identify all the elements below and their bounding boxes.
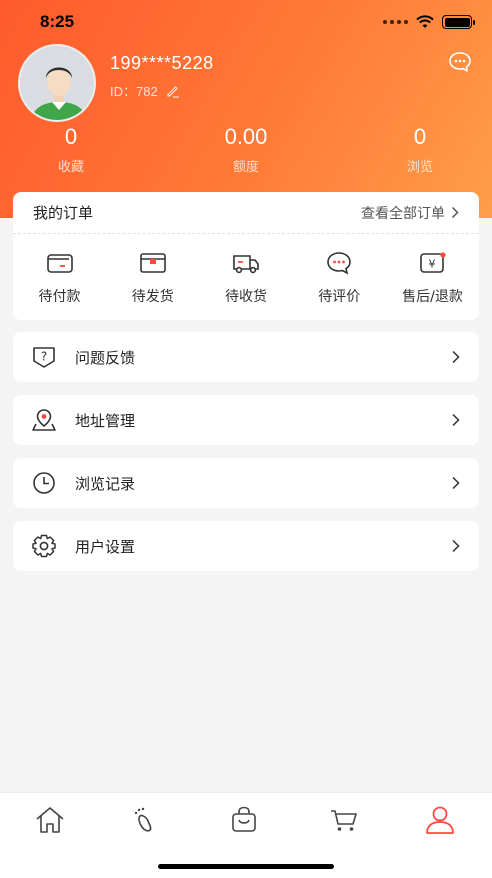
- stat-value: 0.00: [224, 124, 268, 149]
- tab-mine[interactable]: [424, 805, 464, 837]
- home-icon: [36, 807, 64, 833]
- menu-item-feedback[interactable]: ? 问题反馈: [13, 332, 479, 382]
- chat-bubble-icon[interactable]: [448, 51, 472, 73]
- stat-favorites[interactable]: 0 收藏: [11, 124, 131, 175]
- truck-icon: [233, 255, 259, 274]
- stat-credit[interactable]: 0.00 额度: [186, 124, 306, 175]
- chevron-right-icon: [452, 476, 460, 490]
- package-icon: [139, 253, 166, 273]
- svg-text:?: ?: [41, 350, 47, 364]
- order-status-label: 待发货: [131, 289, 174, 305]
- stat-value: 0: [413, 124, 427, 149]
- view-all-orders-label: 查看全部订单: [361, 205, 445, 222]
- menu-item-label: 问题反馈: [75, 348, 136, 367]
- view-all-orders-link[interactable]: 查看全部订单: [361, 203, 459, 223]
- order-status-label: 待评价: [318, 289, 361, 305]
- status-time: 8:25: [40, 12, 75, 31]
- signal-icon: [383, 20, 408, 24]
- order-after-sales[interactable]: ¥ 售后/退款: [386, 234, 479, 320]
- gear-icon: [32, 534, 56, 558]
- orders-card: 我的订单 查看全部订单 待付款 待发货 待收货 待评价 ¥ 售后/退款: [13, 192, 479, 320]
- status-icons: [383, 15, 475, 29]
- menu-item-label: 浏览记录: [75, 474, 136, 493]
- chevron-right-icon: [452, 413, 460, 427]
- user-id: ID：782: [110, 84, 158, 99]
- stats-row: 0 收藏 0.00 额度 0 浏览: [0, 124, 492, 180]
- stat-value: 0: [64, 124, 78, 149]
- status-bar: 8:25: [0, 0, 492, 44]
- stat-label: 收藏: [57, 160, 84, 175]
- orders-header: 我的订单 查看全部订单: [13, 192, 479, 234]
- menu-item-history[interactable]: 浏览记录: [13, 458, 479, 508]
- chevron-right-icon: [452, 350, 460, 364]
- stat-browsed[interactable]: 0 浏览: [360, 124, 480, 175]
- clock-icon: [33, 472, 55, 494]
- order-pending-receipt[interactable]: 待收货: [200, 234, 293, 320]
- order-status-row: 待付款 待发货 待收货 待评价 ¥ 售后/退款: [13, 234, 479, 320]
- svg-text:¥: ¥: [428, 258, 435, 271]
- home-indicator: [158, 864, 334, 869]
- tab-cart[interactable]: [328, 805, 368, 837]
- chevron-right-icon: [452, 539, 460, 553]
- chevron-right-icon: [451, 206, 459, 219]
- wallet-icon: [46, 254, 73, 273]
- cart-icon: [331, 810, 357, 831]
- pencil-icon[interactable]: [166, 84, 180, 98]
- chat-dots-icon: [327, 252, 352, 275]
- stat-label: 浏览: [406, 160, 433, 175]
- order-status-label: 待付款: [38, 289, 81, 305]
- battery-icon: [442, 15, 475, 29]
- yen-refund-icon: ¥: [419, 252, 446, 273]
- stat-label: 额度: [232, 160, 259, 175]
- bag-icon: [232, 806, 256, 832]
- username[interactable]: 199****5228: [110, 53, 214, 74]
- orders-title: 我的订单: [33, 204, 94, 222]
- tab-footprint[interactable]: [128, 805, 168, 837]
- menu-item-settings[interactable]: 用户设置: [13, 521, 479, 571]
- wifi-icon: [416, 15, 434, 28]
- order-pending-review[interactable]: 待评价: [293, 234, 386, 320]
- order-status-label: 售后/退款: [402, 289, 463, 305]
- order-pending-shipment[interactable]: 待发货: [106, 234, 199, 320]
- menu-item-label: 用户设置: [75, 537, 136, 556]
- user-icon: [426, 806, 454, 834]
- menu-item-address[interactable]: 地址管理: [13, 395, 479, 445]
- user-id-row: ID：782: [110, 81, 180, 100]
- menu-item-label: 地址管理: [75, 411, 136, 430]
- tab-home[interactable]: [34, 805, 74, 837]
- order-pending-payment[interactable]: 待付款: [13, 234, 106, 320]
- location-pin-icon: [32, 409, 56, 431]
- avatar[interactable]: [18, 44, 96, 122]
- tab-bag[interactable]: [228, 805, 268, 837]
- order-status-label: 待收货: [225, 289, 267, 305]
- footprint-icon: [134, 807, 152, 832]
- question-shield-icon: ?: [33, 347, 55, 368]
